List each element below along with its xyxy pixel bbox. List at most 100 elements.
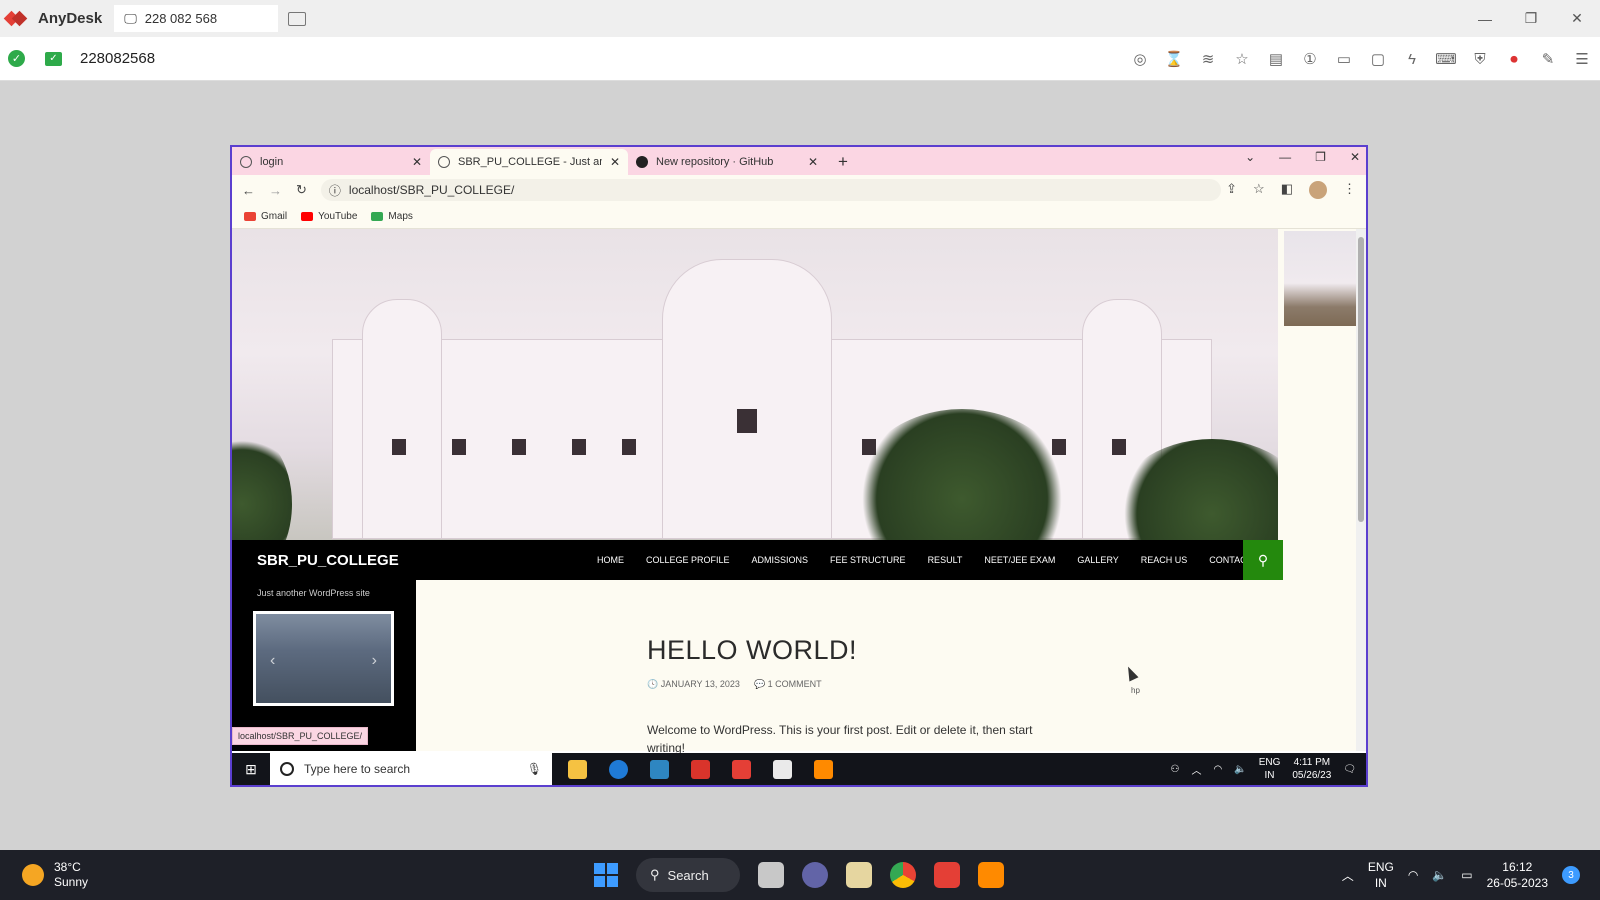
site-title[interactable]: SBR_PU_COLLEGE xyxy=(257,552,597,569)
windows-start-icon[interactable] xyxy=(594,863,618,887)
tray-chevron-icon[interactable]: ︿ xyxy=(1342,867,1354,884)
tab-github[interactable]: New repository · GitHub ✕ xyxy=(628,149,826,175)
close-tab-icon[interactable]: ✕ xyxy=(610,155,620,169)
connected-id: 228082568 xyxy=(80,50,156,67)
volume-icon[interactable]: 🔈 xyxy=(1432,868,1447,882)
actions-icon[interactable]: ϟ xyxy=(1402,49,1422,69)
remote-monitor-icon[interactable]: ✓ xyxy=(45,51,62,66)
whiteboard-icon[interactable]: ✎ xyxy=(1538,49,1558,69)
menu-item-result[interactable]: RESULT xyxy=(928,555,963,565)
file-icon[interactable]: ▤ xyxy=(1266,49,1286,69)
record-icon[interactable]: ⏺ xyxy=(1504,49,1524,69)
browser-restore-button[interactable]: ❐ xyxy=(1315,150,1326,164)
weather-widget[interactable]: 38°C Sunny xyxy=(22,860,88,890)
remote-language[interactable]: ENG IN xyxy=(1259,756,1281,782)
minimize-button[interactable]: — xyxy=(1462,0,1508,37)
permissions-icon[interactable]: ⛨ xyxy=(1470,49,1490,69)
close-tab-icon[interactable]: ✕ xyxy=(412,155,422,169)
windows-start-icon[interactable]: ⊞ xyxy=(232,753,270,785)
notifications-icon[interactable]: 🗨 xyxy=(1343,764,1356,775)
chrome-icon[interactable] xyxy=(890,862,916,888)
notification-badge[interactable]: 3 xyxy=(1562,866,1580,884)
notepad-icon[interactable] xyxy=(773,759,792,779)
remote-clock[interactable]: 4:11 PM 05/26/23 xyxy=(1292,756,1331,782)
host-search-button[interactable]: ⚲ Search xyxy=(636,858,740,892)
display-1-icon[interactable]: ① xyxy=(1300,49,1320,69)
bookmark-maps[interactable]: Maps xyxy=(371,211,413,222)
menu-item-home[interactable]: HOME xyxy=(597,555,624,565)
menu-icon[interactable]: ☰ xyxy=(1572,49,1592,69)
host-clock[interactable]: 16:12 26-05-2023 xyxy=(1487,859,1548,891)
menu-item-gallery[interactable]: GALLERY xyxy=(1077,555,1118,565)
bookmark-gmail[interactable]: Gmail xyxy=(244,211,287,222)
host-language[interactable]: ENG IN xyxy=(1368,859,1394,891)
restore-button[interactable]: ❐ xyxy=(1508,0,1554,37)
new-tab-button[interactable]: + xyxy=(838,152,848,172)
favorite-icon[interactable]: ☆ xyxy=(1232,49,1252,69)
battery-icon[interactable]: ▭ xyxy=(1461,868,1472,882)
scrollbar-thumb[interactable] xyxy=(1358,237,1364,522)
back-icon[interactable]: ← xyxy=(242,183,255,198)
menu-item-college-profile[interactable]: COLLEGE PROFILE xyxy=(646,555,730,565)
menu-item-admissions[interactable]: ADMISSIONS xyxy=(752,555,809,565)
info-icon[interactable]: ⓘ xyxy=(329,182,341,199)
tray-chevron-icon[interactable]: ︿ xyxy=(1192,762,1202,777)
teams-chat-icon[interactable] xyxy=(802,862,828,888)
close-button[interactable]: ✕ xyxy=(1554,0,1600,37)
keyboard-icon[interactable]: ⌨ xyxy=(1435,49,1457,69)
chat-icon[interactable]: ▢ xyxy=(1368,49,1388,69)
slider-image[interactable]: ‹ › xyxy=(253,611,394,706)
tab-search-icon[interactable]: ⌄ xyxy=(1245,150,1255,164)
new-session-icon[interactable] xyxy=(288,11,307,26)
menu-item-reach-us[interactable]: REACH US xyxy=(1141,555,1188,565)
view-icon[interactable]: ◎ xyxy=(1130,49,1150,69)
slider-next-icon[interactable]: › xyxy=(372,652,377,670)
remote-screen[interactable]: login ✕ SBR_PU_COLLEGE - Just another ✕ … xyxy=(230,145,1368,787)
anydesk-icon[interactable] xyxy=(934,862,960,888)
more-menu-icon[interactable]: ⋮ xyxy=(1343,181,1356,199)
side-panel-icon[interactable]: ◧ xyxy=(1281,181,1293,199)
post-date[interactable]: 🕓 JANUARY 13, 2023 xyxy=(647,679,740,690)
wifi-icon[interactable]: ◠ xyxy=(1408,868,1418,882)
share-icon[interactable]: ⇪ xyxy=(1226,181,1237,199)
wifi-icon[interactable]: ◠ xyxy=(1214,764,1223,775)
bookmark-star-icon[interactable]: ☆ xyxy=(1253,181,1265,199)
address-bar[interactable]: ⓘ localhost/SBR_PU_COLLEGE/ xyxy=(320,179,1221,201)
tab-login[interactable]: login ✕ xyxy=(232,149,430,175)
session-tab[interactable]: 🖵 228 082 568 xyxy=(114,5,279,32)
header-thumbnail[interactable] xyxy=(1284,231,1358,326)
menu-item-neet-jee[interactable]: NEET/JEE EXAM xyxy=(984,555,1055,565)
close-tab-icon[interactable]: ✕ xyxy=(808,155,818,169)
people-icon[interactable]: ⚇ xyxy=(1171,764,1180,775)
display-icon[interactable]: ▭ xyxy=(1334,49,1354,69)
connected-check-icon: ✓ xyxy=(8,50,25,67)
browser-minimize-button[interactable]: — xyxy=(1279,150,1291,164)
reload-icon[interactable]: ↻ xyxy=(296,182,307,198)
task-view-icon[interactable] xyxy=(758,862,784,888)
microphone-icon[interactable]: 🎙 xyxy=(527,762,542,776)
site-search-button[interactable]: ⚲ xyxy=(1243,540,1283,580)
sublime-icon[interactable] xyxy=(814,759,833,779)
edge-icon[interactable] xyxy=(609,759,628,779)
central-tower xyxy=(662,259,832,539)
browser-close-button[interactable]: ✕ xyxy=(1350,150,1360,164)
notepad-icon[interactable] xyxy=(846,862,872,888)
file-explorer-icon[interactable] xyxy=(568,759,587,779)
app-red-icon[interactable] xyxy=(691,759,710,779)
bookmark-youtube[interactable]: YouTube xyxy=(301,211,357,222)
launcher-icon[interactable] xyxy=(650,759,669,779)
tab-sbr-college[interactable]: SBR_PU_COLLEGE - Just another ✕ xyxy=(430,149,628,175)
page-scrollbar[interactable] xyxy=(1356,229,1366,751)
remote-search-box[interactable]: Type here to search 🎙 xyxy=(270,753,552,785)
profile-avatar[interactable] xyxy=(1309,181,1327,199)
database-icon[interactable]: ≋ xyxy=(1198,49,1218,69)
post-title[interactable]: HELLO WORLD! xyxy=(647,635,857,666)
forward-icon[interactable]: → xyxy=(269,183,282,198)
sublime-icon[interactable] xyxy=(978,862,1004,888)
volume-icon[interactable]: 🔈 xyxy=(1234,764,1246,775)
menu-item-fee-structure[interactable]: FEE STRUCTURE xyxy=(830,555,906,565)
anydesk-icon[interactable] xyxy=(732,759,751,779)
post-comments[interactable]: 💬 1 COMMENT xyxy=(754,679,822,690)
slider-prev-icon[interactable]: ‹ xyxy=(270,652,275,670)
hourglass-icon[interactable]: ⌛ xyxy=(1164,49,1184,69)
